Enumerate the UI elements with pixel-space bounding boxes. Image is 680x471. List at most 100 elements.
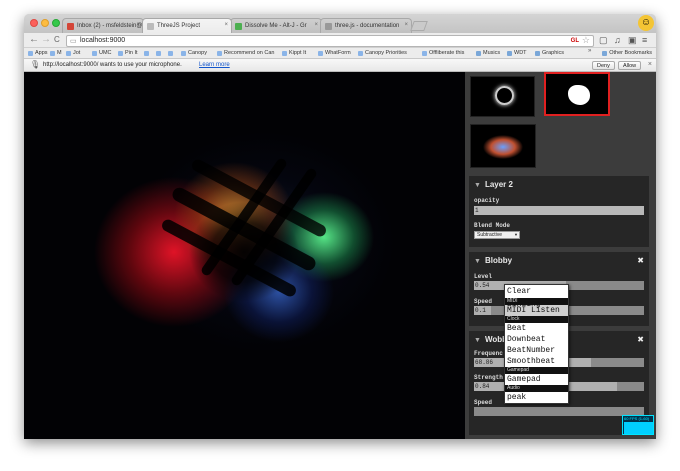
bookmark-canopy-priorities[interactable]: Canopy Priorities — [358, 49, 407, 58]
section-header[interactable]: ▼ Layer 2 — [474, 180, 513, 189]
speed-value: 0.1 — [475, 307, 486, 314]
bookmark-folder-wdt[interactable]: WDT — [507, 49, 527, 58]
remove-layer-icon[interactable]: ✖ — [637, 256, 644, 265]
page-info-icon[interactable]: ▭ — [70, 37, 77, 47]
bookmark-umc[interactable]: UMC — [92, 49, 112, 58]
bookmark-canopy[interactable]: Canopy — [181, 49, 207, 58]
tab-label: ThreeJS Project — [157, 23, 201, 29]
music-note-icon[interactable]: ♫ — [614, 34, 621, 46]
permission-message: http://localhost:9000/ wants to use your… — [43, 62, 182, 68]
remove-layer-icon[interactable]: ✖ — [637, 335, 644, 344]
close-tab-icon[interactable]: × — [404, 22, 408, 28]
close-tab-icon[interactable]: × — [314, 22, 318, 28]
opacity-label: opacity — [474, 197, 500, 204]
music-icon — [235, 23, 242, 30]
gmail-icon — [67, 23, 74, 30]
learn-more-link[interactable]: Learn more — [199, 62, 230, 68]
new-tab-button[interactable] — [410, 21, 428, 31]
menu-item-beat[interactable]: Beat — [505, 323, 568, 334]
layer-thumbnail-blob-selected[interactable] — [544, 72, 610, 116]
menu-group-clock: Clock — [505, 316, 568, 323]
extension-icon[interactable]: ▢ — [599, 34, 608, 46]
tab-inbox[interactable]: Inbox (2) - msfeldstein@ × — [62, 18, 144, 33]
menu-item-gamepad-listen[interactable]: Gamepad Listen — [505, 374, 568, 395]
bookmark-star-icon[interactable]: ☆ — [582, 35, 590, 45]
tab-dissolve-me[interactable]: Dissolve Me - Alt-J - Gr × — [230, 18, 322, 33]
section-title: Layer 2 — [484, 180, 513, 189]
section-header[interactable]: ▼ Blobby — [474, 256, 512, 265]
bookmarks-overflow-chevron[interactable]: » — [588, 48, 591, 54]
menu-item-beatnumber[interactable]: BeatNumber — [505, 345, 568, 356]
bookmark-folder-other[interactable]: Other Bookmarks — [602, 49, 652, 58]
bookmark-folder-graphics[interactable]: Graphics — [535, 49, 564, 58]
bookmark-apps[interactable]: Apps — [28, 49, 48, 58]
blend-mode-select[interactable]: Subtractive ▼ — [474, 231, 520, 239]
extension-icon[interactable]: ▣ — [628, 34, 637, 46]
bookmark-offliberate[interactable]: Offliberate this — [422, 49, 464, 58]
forward-arrow-icon[interactable]: → — [41, 34, 51, 46]
close-window-icon[interactable] — [30, 19, 38, 27]
collapse-triangle-icon[interactable]: ▼ — [474, 258, 481, 265]
menu-icon[interactable]: ≡ — [642, 34, 647, 46]
back-arrow-icon[interactable]: ← — [29, 34, 39, 46]
maximize-window-icon[interactable] — [52, 19, 60, 27]
layer-thumbnail-ring[interactable] — [470, 76, 535, 117]
url-text: localhost:9000 — [80, 37, 126, 44]
section-header[interactable]: ▼ Wobb — [474, 335, 507, 344]
speed-label: Speed — [474, 298, 493, 305]
close-tab-icon[interactable]: × — [136, 22, 140, 28]
bookmark-pin-it[interactable]: Pin It — [118, 49, 138, 58]
menu-item-downbeat[interactable]: Downbeat — [505, 334, 568, 345]
opacity-value: 1 — [475, 207, 479, 214]
blob-preview — [568, 85, 590, 105]
opacity-slider[interactable]: 1 — [474, 206, 644, 215]
gl-extension-icon[interactable]: GL — [571, 36, 579, 46]
bookmark-whatform[interactable]: WhatForm — [318, 49, 351, 58]
layer-2-section: ▼ Layer 2 opacity 1 Blend Mode Subtractiv… — [469, 176, 649, 247]
bookmark-jot[interactable]: Jot — [66, 49, 80, 58]
level-value: 0.54 — [475, 282, 490, 289]
microphone-icon: 🎙 — [30, 60, 41, 69]
strength-value: 0.84 — [475, 383, 490, 390]
tab-threejs-project[interactable]: ThreeJS Project × — [142, 18, 232, 33]
tab-strip: Inbox (2) - msfeldstein@ × ThreeJS Proje… — [24, 14, 656, 33]
frequency-label: Frequenc — [474, 350, 503, 357]
blend-mode-label: Blend Mode — [474, 222, 511, 229]
bookmark-recommend[interactable]: Recommend on Can — [217, 49, 274, 58]
layer-thumbnail-composite[interactable] — [470, 124, 536, 168]
strength-label: Strength — [474, 374, 503, 381]
menu-item-midi-listen[interactable]: MIDI Listen — [505, 305, 568, 316]
fps-meter[interactable]: 60 FPS (1-60) — [622, 415, 654, 435]
level-label: Level — [474, 273, 493, 280]
menu-group-gamepad: Gamepad — [505, 367, 568, 374]
collapse-triangle-icon[interactable]: ▼ — [474, 337, 481, 344]
bookmarks-bar: Apps M Jot UMC Pin It Canopy Recommend o… — [24, 48, 656, 59]
allow-button[interactable]: Allow — [618, 61, 642, 70]
bookmark-folder-musics[interactable]: Musics — [476, 49, 500, 58]
reload-icon[interactable]: C — [54, 34, 60, 46]
tab-threejs-docs[interactable]: three.js - documentation × — [320, 18, 412, 33]
binding-context-menu: Clear Binding MIDI MIDI Listen Clock Bea… — [504, 284, 569, 404]
wobble-speed-slider[interactable] — [474, 407, 644, 416]
close-infobar-icon[interactable]: × — [648, 61, 652, 68]
fps-graph — [624, 422, 653, 434]
close-tab-icon[interactable]: × — [224, 22, 228, 28]
section-title: Blobby — [484, 256, 513, 265]
profile-avatar-icon[interactable]: ☺ — [638, 15, 654, 31]
bookmark-gmail[interactable]: M — [50, 49, 62, 58]
chevron-down-icon: ▼ — [514, 232, 518, 237]
collapse-triangle-icon[interactable]: ▼ — [474, 182, 481, 189]
webgl-canvas[interactable] — [24, 72, 465, 439]
menu-item-peak[interactable]: peak — [505, 392, 568, 403]
address-bar[interactable]: ▭ localhost:9000 GL ☆ — [66, 35, 594, 47]
menu-item-smoothbeat[interactable]: Smoothbeat — [505, 356, 568, 367]
deny-button[interactable]: Deny — [592, 61, 615, 70]
wobble-speed-label: Speed — [474, 399, 493, 406]
ring-preview — [495, 86, 514, 105]
bookmark-kippt[interactable]: Kippt It — [282, 49, 306, 58]
menu-item-clear-binding[interactable]: Clear Binding — [505, 285, 568, 309]
minimize-window-icon[interactable] — [41, 19, 49, 27]
tab-label: three.js - documentation — [335, 23, 400, 29]
composite-preview — [483, 135, 523, 159]
fps-text: 60 FPS (1-60) — [624, 416, 650, 421]
